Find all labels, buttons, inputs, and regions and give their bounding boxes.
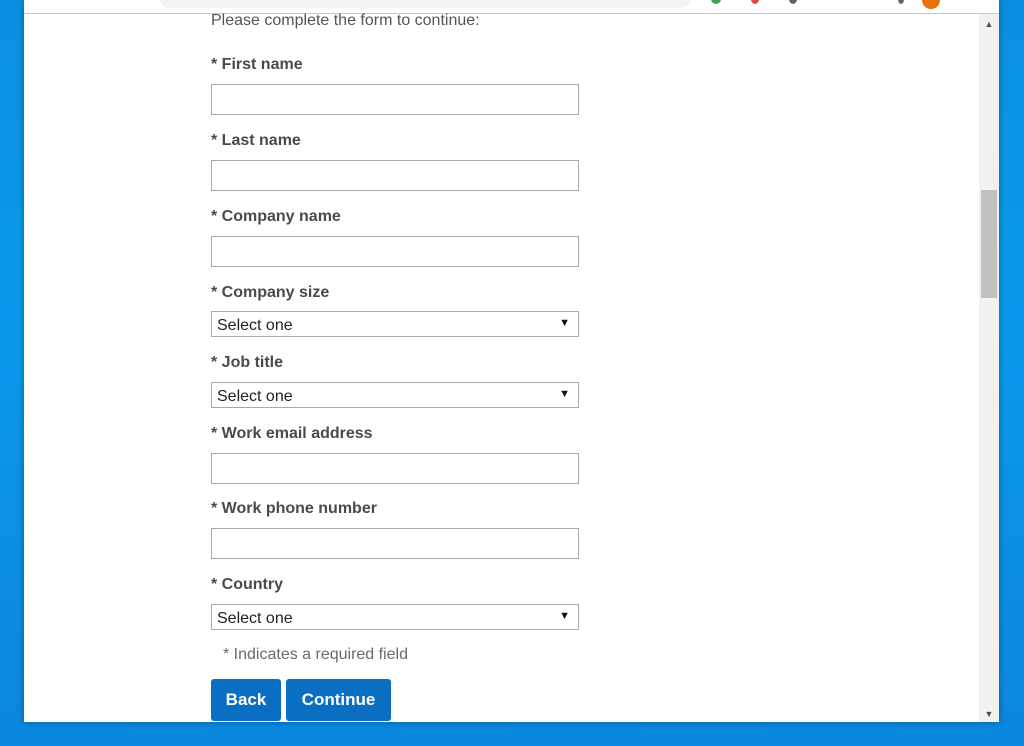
country-selected: Select one xyxy=(217,610,293,627)
browser-toolbar xyxy=(24,0,999,14)
chevron-down-icon: ▼ xyxy=(559,388,570,400)
job-title-selected: Select one xyxy=(217,388,293,405)
work-email-label: * Work email address xyxy=(211,425,373,442)
form-intro: Please complete the form to continue: xyxy=(211,12,480,29)
chevron-down-icon: ▼ xyxy=(559,317,570,329)
browser-window: Please complete the form to continue: * … xyxy=(24,0,999,722)
continue-button[interactable]: Continue xyxy=(286,679,391,721)
scroll-up-icon[interactable]: ▲ xyxy=(979,16,999,32)
company-size-selected: Select one xyxy=(217,317,293,334)
extension-icon[interactable] xyxy=(751,0,759,4)
first-name-label: * First name xyxy=(211,56,303,73)
back-button[interactable]: Back xyxy=(211,679,281,721)
extension-icon[interactable] xyxy=(789,0,797,4)
profile-avatar[interactable] xyxy=(922,0,940,9)
last-name-field[interactable] xyxy=(211,160,579,191)
country-select[interactable]: Select one ▼ xyxy=(211,604,579,630)
work-phone-field[interactable] xyxy=(211,528,579,559)
last-name-label: * Last name xyxy=(211,132,301,149)
company-size-select[interactable]: Select one ▼ xyxy=(211,311,579,337)
work-email-field[interactable] xyxy=(211,453,579,484)
scroll-down-icon[interactable]: ▼ xyxy=(979,706,999,722)
required-field-note: * Indicates a required field xyxy=(223,646,408,663)
job-title-select[interactable]: Select one ▼ xyxy=(211,382,579,408)
company-size-label: * Company size xyxy=(211,284,330,301)
scrollbar-thumb[interactable] xyxy=(981,190,997,298)
address-bar[interactable] xyxy=(160,0,690,8)
vertical-scrollbar[interactable]: ▲ ▼ xyxy=(979,14,999,722)
first-name-field[interactable] xyxy=(211,84,579,115)
country-label: * Country xyxy=(211,576,283,593)
menu-icon[interactable] xyxy=(898,0,904,4)
chevron-down-icon: ▼ xyxy=(559,610,570,622)
company-name-field[interactable] xyxy=(211,236,579,267)
company-name-label: * Company name xyxy=(211,208,341,225)
job-title-label: * Job title xyxy=(211,354,284,371)
extension-icon[interactable] xyxy=(711,0,721,4)
work-phone-label: * Work phone number xyxy=(211,500,377,517)
